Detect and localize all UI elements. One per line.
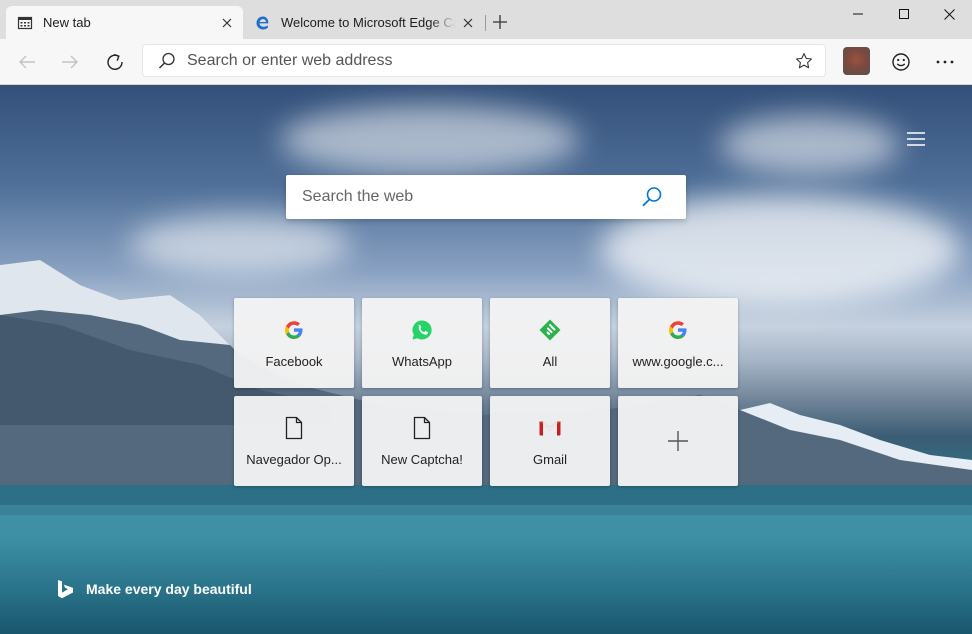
maximize-icon bbox=[899, 9, 909, 19]
top-site-label: Facebook bbox=[265, 354, 323, 369]
tab-separator bbox=[485, 15, 486, 31]
top-site-tile[interactable]: Facebook bbox=[234, 298, 354, 388]
hamburger-menu-icon bbox=[907, 132, 925, 146]
background-tagline: Make every day beautiful bbox=[86, 581, 252, 597]
settings-more-button[interactable] bbox=[929, 46, 961, 78]
top-site-label: Navegador Op... bbox=[246, 452, 342, 467]
lake-water bbox=[0, 505, 972, 634]
bing-branding[interactable]: Make every day beautiful bbox=[56, 579, 252, 599]
forward-arrow-icon bbox=[62, 55, 78, 69]
top-site-tile[interactable]: www.google.c... bbox=[618, 298, 738, 388]
top-site-tile[interactable]: WhatsApp bbox=[362, 298, 482, 388]
refresh-button[interactable] bbox=[99, 46, 131, 78]
refresh-icon bbox=[107, 53, 123, 70]
back-arrow-icon bbox=[19, 55, 35, 69]
top-site-label: WhatsApp bbox=[392, 354, 452, 369]
maximize-button[interactable] bbox=[881, 0, 927, 28]
top-site-label: All bbox=[542, 354, 558, 369]
tab-title: Welcome to Microsoft Edge Canary bbox=[281, 15, 456, 30]
minimize-icon bbox=[853, 13, 863, 15]
search-icon bbox=[642, 187, 662, 207]
background-cloud bbox=[720, 115, 900, 175]
web-search-box[interactable] bbox=[286, 175, 686, 219]
top-site-tile[interactable]: Navegador Op... bbox=[234, 396, 354, 486]
close-window-button[interactable] bbox=[926, 0, 972, 28]
top-site-tile[interactable]: New Captcha! bbox=[362, 396, 482, 486]
new-tab-page-icon bbox=[17, 16, 33, 29]
whatsapp-icon bbox=[410, 318, 434, 342]
search-icon bbox=[158, 52, 175, 69]
tab-welcome[interactable]: Welcome to Microsoft Edge Canary bbox=[244, 6, 484, 39]
favorite-button[interactable] bbox=[789, 46, 819, 76]
tab-title: New tab bbox=[43, 15, 91, 30]
more-icon bbox=[936, 60, 954, 64]
page-icon bbox=[410, 416, 434, 440]
forward-button[interactable] bbox=[54, 46, 86, 78]
add-site-tile[interactable] bbox=[618, 396, 738, 486]
google-g-icon bbox=[666, 318, 690, 342]
edge-logo-icon bbox=[256, 16, 269, 29]
background-cloud bbox=[280, 105, 580, 175]
profile-avatar[interactable] bbox=[843, 47, 870, 75]
new-tab-page: Facebook WhatsApp All www.google.c... Na… bbox=[0, 85, 972, 634]
google-g-icon bbox=[282, 318, 306, 342]
plus-icon bbox=[668, 431, 688, 451]
bing-logo-icon bbox=[58, 580, 73, 599]
tab-close-icon[interactable] bbox=[215, 11, 239, 35]
tab-new-tab[interactable]: New tab bbox=[6, 6, 243, 39]
page-settings-button[interactable] bbox=[900, 125, 932, 153]
star-icon bbox=[795, 52, 813, 68]
feedback-button[interactable] bbox=[885, 46, 917, 78]
plus-icon bbox=[493, 15, 507, 29]
top-site-label: Gmail bbox=[533, 452, 567, 467]
gmail-icon bbox=[538, 416, 562, 440]
top-site-tile[interactable]: Gmail bbox=[490, 396, 610, 486]
address-input[interactable] bbox=[187, 51, 789, 70]
minimize-button[interactable] bbox=[835, 0, 881, 28]
new-tab-button[interactable] bbox=[488, 10, 512, 34]
tab-close-icon[interactable] bbox=[456, 11, 480, 35]
page-icon bbox=[282, 416, 306, 440]
web-search-submit-button[interactable] bbox=[632, 177, 672, 217]
back-button[interactable] bbox=[11, 46, 43, 78]
feedly-icon bbox=[538, 318, 562, 342]
close-icon bbox=[943, 8, 955, 20]
smiley-icon bbox=[892, 53, 910, 71]
top-site-tile[interactable]: All bbox=[490, 298, 610, 388]
title-bar: New tab Welcome to Microsoft Edge Canary bbox=[0, 0, 972, 39]
navigation-toolbar bbox=[0, 39, 972, 85]
top-site-label: www.google.c... bbox=[632, 354, 724, 369]
web-search-input[interactable] bbox=[302, 188, 632, 206]
address-bar[interactable] bbox=[143, 45, 825, 76]
top-site-label: New Captcha! bbox=[381, 452, 463, 467]
top-sites-grid: Facebook WhatsApp All www.google.c... Na… bbox=[234, 298, 738, 486]
